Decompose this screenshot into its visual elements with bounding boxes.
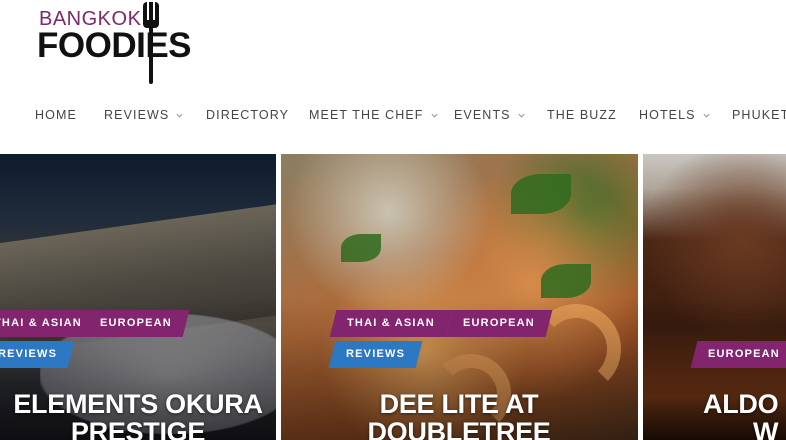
- chevron-down-icon: [703, 113, 710, 118]
- article-card-aldo[interactable]: EUROPEAN ALDO W: [643, 154, 786, 440]
- card-title[interactable]: DEE LITE AT DOUBLETREE: [309, 390, 609, 440]
- chevron-down-icon: [176, 113, 183, 118]
- nav-item-directory[interactable]: DIRECTORY: [206, 108, 289, 122]
- card-title[interactable]: ALDO W: [703, 390, 786, 440]
- nav-item-label: EVENTS: [454, 108, 511, 122]
- site-logo[interactable]: BANGKOK FOODIES: [37, 2, 197, 84]
- nav-item-label: HOTELS: [639, 108, 696, 122]
- article-card-elements-okura[interactable]: THAI & ASIAN EUROPEAN REVIEWS ELEMENTS O…: [0, 154, 276, 440]
- tag-european[interactable]: EUROPEAN: [82, 310, 190, 337]
- tag-reviews[interactable]: REVIEWS: [328, 341, 423, 368]
- tag-european[interactable]: EUROPEAN: [690, 341, 786, 368]
- article-card-dee-lite[interactable]: THAI & ASIAN EUROPEAN REVIEWS DEE LITE A…: [281, 154, 638, 440]
- card-title[interactable]: ELEMENTS OKURA PRESTIGE: [0, 390, 276, 440]
- tag-thai-asian[interactable]: THAI & ASIAN: [329, 310, 453, 337]
- nav-item-reviews[interactable]: REVIEWS: [104, 108, 184, 122]
- chevron-down-icon: [518, 113, 525, 118]
- nav-item-hotels[interactable]: HOTELS: [639, 108, 711, 122]
- tag-european[interactable]: EUROPEAN: [445, 310, 553, 337]
- nav-item-label: DIRECTORY: [206, 108, 290, 122]
- nav-item-label: REVIEWS: [104, 108, 170, 122]
- nav-item-home[interactable]: HOME: [35, 108, 77, 122]
- fork-icon: [143, 2, 159, 84]
- nav-item-meet-the-chef[interactable]: MEET THE CHEF: [309, 108, 439, 122]
- tag-reviews[interactable]: REVIEWS: [0, 341, 75, 368]
- nav-item-label: PHUKET: [732, 108, 786, 122]
- main-navigation: HOME REVIEWS DIRECTORY MEET THE CHEF EVE…: [0, 108, 786, 128]
- nav-item-label: HOME: [35, 108, 77, 122]
- nav-item-the-buzz[interactable]: THE BUZZ: [547, 108, 617, 122]
- nav-item-label: MEET THE CHEF: [309, 108, 424, 122]
- nav-item-events[interactable]: EVENTS: [454, 108, 526, 122]
- logo-text-foodies: FOODIES: [37, 26, 192, 65]
- chevron-down-icon: [430, 113, 438, 118]
- nav-item-phuket[interactable]: PHUKET: [732, 108, 786, 122]
- nav-item-label: THE BUZZ: [547, 108, 617, 122]
